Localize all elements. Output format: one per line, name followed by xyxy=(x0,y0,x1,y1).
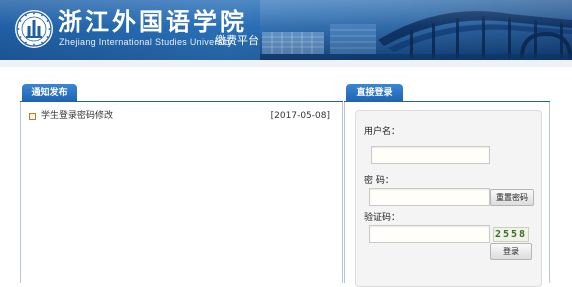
plus-bullet-icon xyxy=(29,113,36,120)
tab-notice[interactable]: 通知发布 xyxy=(22,84,77,102)
university-name-english: Zhejiang International Studies Universit… xyxy=(59,37,233,47)
header-banner: 浙江外国语学院 Zhejiang International Studies U… xyxy=(0,0,572,60)
captcha-image[interactable]: 2558 xyxy=(493,227,529,242)
login-button[interactable]: 登录 xyxy=(490,243,532,260)
header-separator xyxy=(0,60,572,67)
notice-list-item[interactable]: 学生登录密码修改 [2017-05-08] xyxy=(29,108,334,124)
password-label: 密 码： xyxy=(364,176,394,186)
tab-direct-login[interactable]: 直接登录 xyxy=(346,84,403,102)
username-label: 用户名： xyxy=(364,127,401,137)
university-logo-icon xyxy=(15,10,53,48)
platform-title: 缴费平台 xyxy=(215,34,259,47)
notice-panel: 学生登录密码修改 [2017-05-08] xyxy=(20,102,343,283)
password-input[interactable] xyxy=(369,188,490,206)
notice-title[interactable]: 学生登录密码修改 xyxy=(41,108,113,124)
captcha-input[interactable] xyxy=(369,225,490,243)
captcha-label: 验证码： xyxy=(364,213,401,223)
reset-password-button[interactable]: 重置密码 xyxy=(490,189,534,206)
notice-date: [2017-05-08] xyxy=(270,111,330,121)
username-input[interactable] xyxy=(371,146,490,164)
